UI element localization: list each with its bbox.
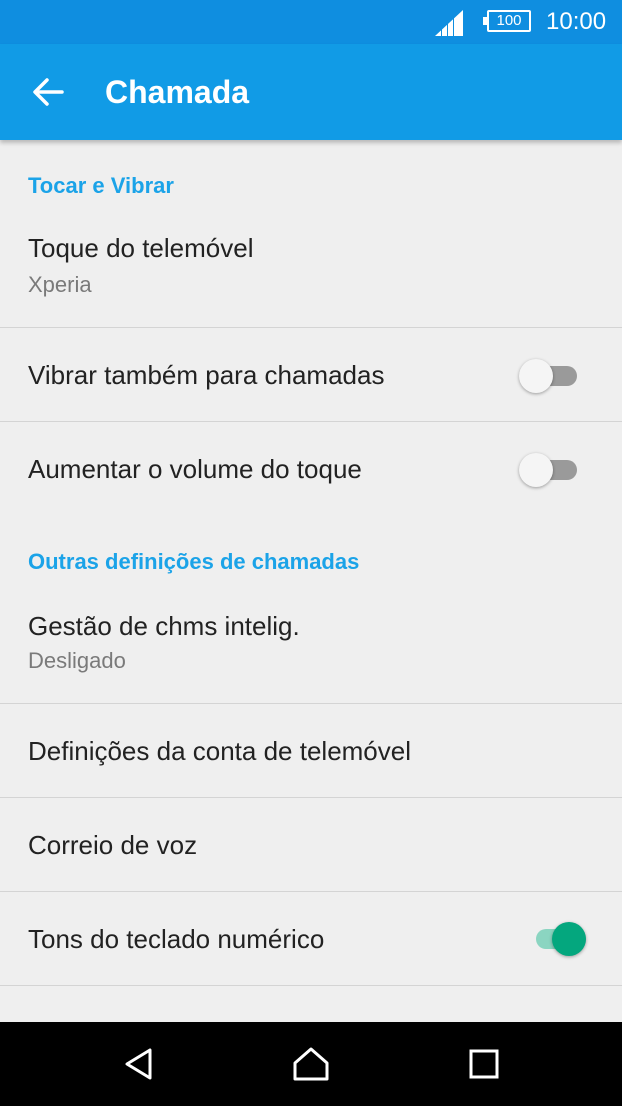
row-title: Correio de voz [28, 830, 198, 860]
home-icon [293, 1047, 329, 1081]
vibrate-calls-switch[interactable] [519, 359, 579, 393]
switch-thumb [519, 359, 553, 393]
phone-account-settings-row[interactable]: Definições da conta de telemóvel [0, 704, 622, 797]
row-subtitle: Xperia [28, 272, 92, 297]
row-title: Vibrar também para chamadas [28, 360, 385, 390]
dialpad-tones-switch[interactable] [528, 922, 588, 956]
nav-home-button[interactable] [291, 1044, 331, 1084]
divider [0, 985, 622, 986]
section-header-ring: Tocar e Vibrar [28, 173, 174, 198]
row-title: Aumentar o volume do toque [28, 454, 362, 484]
battery-icon: 100 [483, 10, 531, 32]
increasing-ring-switch[interactable] [519, 453, 579, 487]
triangle-back-icon [125, 1048, 152, 1080]
row-title: Tons do teclado numérico [28, 924, 325, 954]
switch-thumb [519, 453, 553, 487]
call-settings-screen: 100 10:00 Chamada Tocar e Vibrar Toque d… [0, 0, 622, 1106]
switch-thumb [552, 922, 586, 956]
row-title: Definições da conta de telemóvel [28, 736, 412, 766]
dialpad-tones-row[interactable]: Tons do teclado numérico [0, 892, 622, 985]
row-title: Toque do telemóvel [28, 233, 254, 263]
nav-recents-button[interactable] [464, 1044, 504, 1084]
battery-level: 100 [496, 12, 522, 29]
arrow-left-icon [33, 78, 64, 106]
row-title: Gestão de chms intelig. [28, 611, 300, 641]
increasing-ring-row[interactable]: Aumentar o volume do toque [0, 422, 622, 516]
ringtone-row[interactable]: Toque do telemóvel Xperia [0, 222, 622, 327]
navigation-bar [0, 1022, 622, 1106]
section-header-other: Outras definições de chamadas [28, 549, 360, 574]
row-subtitle: Desligado [28, 648, 126, 673]
smart-call-handling-row[interactable]: Gestão de chms intelig. Desligado [0, 598, 622, 703]
nav-back-button[interactable] [119, 1044, 159, 1084]
signal-icon [435, 10, 463, 36]
back-button[interactable] [24, 68, 72, 116]
status-time: 10:00 [546, 8, 607, 35]
vibrate-calls-row[interactable]: Vibrar também para chamadas [0, 328, 622, 421]
page-title: Chamada [105, 74, 250, 110]
voicemail-row[interactable]: Correio de voz [0, 798, 622, 891]
app-bar: Chamada [0, 44, 622, 140]
status-bar: 100 10:00 [0, 0, 622, 44]
square-recents-icon [469, 1049, 499, 1079]
